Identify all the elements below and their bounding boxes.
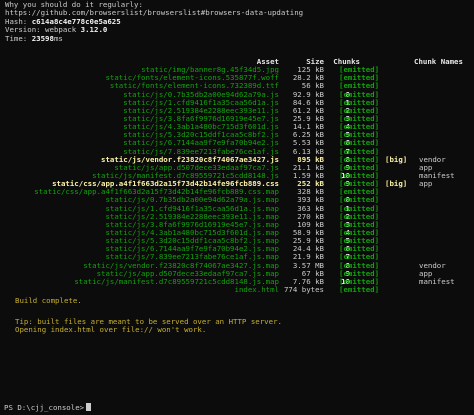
chunk-name: app <box>419 179 433 189</box>
asset-name: index.html <box>234 284 280 294</box>
time-unit: ms <box>53 33 63 43</box>
time-value: 23598 <box>31 33 54 43</box>
emitted-status: [emitted] <box>339 284 380 294</box>
time-line: Time: 23598ms <box>5 33 303 43</box>
build-complete-message: Build complete. <box>15 296 82 305</box>
text-cursor <box>86 403 92 411</box>
build-status: Build complete. <box>15 296 82 305</box>
big-flag: [big] <box>385 154 408 164</box>
version-value: 3.12.0 <box>80 25 108 35</box>
shell-prompt[interactable]: PS D:\cjj_console> <box>4 403 92 412</box>
prompt-text: PS D:\cjj_console> <box>4 403 85 412</box>
asset-table: Asset Size Chunks Chunk Names static/img… <box>0 57 474 294</box>
terminal-window[interactable]: Why you should do it regularly: https://… <box>0 0 474 415</box>
chunk-names-column-header: Chunk Names <box>414 57 463 66</box>
build-header: Why you should do it regularly: https://… <box>5 0 303 43</box>
tip-message: Tip: built files are meant to be served … <box>15 317 282 335</box>
tip-line-2: Opening index.html over file:// won't wo… <box>15 325 207 335</box>
time-label: Time: <box>5 33 32 43</box>
asset-size: 774 bytes <box>283 284 324 294</box>
chunk-name: manifest <box>419 276 455 286</box>
table-row: index.html 774 bytes [emitted] <box>0 284 474 294</box>
big-flag: [big] <box>385 179 408 189</box>
